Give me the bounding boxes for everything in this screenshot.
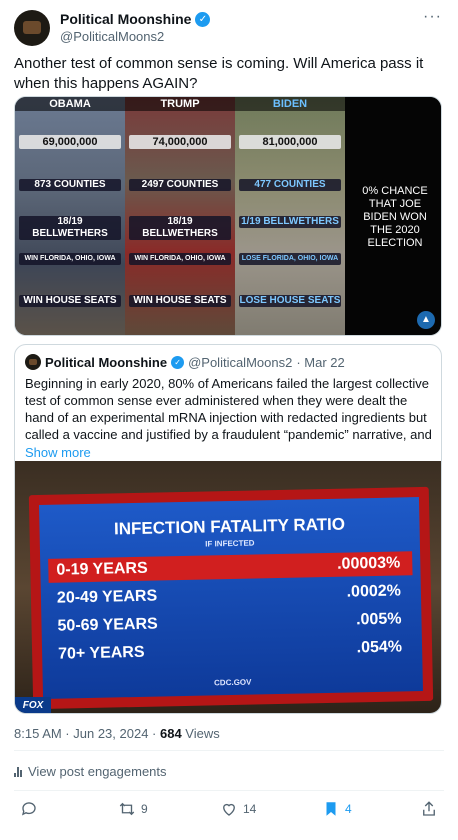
ifr-row-value: .00003%: [336, 554, 401, 573]
quoted-date: · Mar 22: [296, 354, 345, 370]
media-side-text: 0% CHANCE THAT JOE BIDEN WON THE 2020 EL…: [362, 185, 428, 249]
column-house: LOSE HOUSE SEATS: [239, 295, 341, 307]
column-counties: 873 COUNTIES: [19, 179, 121, 191]
media-column-obama: OBAMA 69,000,000 873 COUNTIES 18/19 BELL…: [15, 97, 125, 335]
quoted-tweet[interactable]: Political Moonshine ✓ @PoliticalMoons2 ·…: [14, 344, 442, 714]
ifr-row: 0-19 YEARS .00003%: [48, 551, 413, 583]
ifr-row-value: .005%: [355, 610, 402, 629]
ifr-row-value: .0002%: [346, 582, 402, 601]
quoted-tweet-header: Political Moonshine ✓ @PoliticalMoons2 ·…: [25, 353, 345, 371]
ifr-source: CDC.GOV: [214, 677, 252, 688]
media-column-trump: TRUMP 74,000,000 2497 COUNTIES 18/19 BEL…: [125, 97, 235, 335]
quoted-tweet-text: Beginning in early 2020, 80% of American…: [25, 376, 432, 442]
column-states: LOSE FLORIDA, OHIO, IOWA: [239, 253, 341, 265]
share-button[interactable]: [420, 800, 438, 818]
column-states: WIN FLORIDA, OHIO, IOWA: [129, 253, 231, 265]
media-column-biden: BIDEN 81,000,000 477 COUNTIES 1/19 BELLW…: [235, 97, 345, 335]
ifr-row: 70+ YEARS .054%: [50, 635, 414, 667]
verified-badge-icon: ✓: [195, 11, 211, 27]
column-header: BIDEN: [235, 97, 345, 111]
avatar[interactable]: [14, 10, 50, 46]
tweet-text: Another test of common sense is coming. …: [14, 55, 424, 92]
column-header: TRUMP: [125, 97, 235, 111]
network-logo: FOX: [15, 697, 51, 713]
divider: [14, 790, 444, 791]
share-icon: [423, 801, 435, 816]
tweet-meta: 8:15 AM · Jun 23, 2024 · 684 Views: [14, 726, 220, 741]
ifr-row-label: 20-49 YEARS: [56, 587, 158, 607]
author-name[interactable]: Political Moonshine: [60, 11, 191, 27]
quoted-verified-badge-icon: ✓: [171, 355, 185, 369]
ifr-row-label: 0-19 YEARS: [56, 559, 148, 579]
view-engagements-label[interactable]: View post engagements: [28, 764, 167, 779]
view-engagements-link[interactable]: View post engagements: [14, 764, 167, 779]
ifr-row-label: 50-69 YEARS: [57, 615, 158, 635]
ifr-row-value: .054%: [356, 638, 403, 657]
heart-icon: [223, 803, 235, 816]
quoted-author-name: Political Moonshine: [45, 354, 168, 370]
retweet-count: 9: [141, 802, 148, 816]
views-count: 684: [159, 726, 182, 741]
analytics-icon: [14, 766, 22, 777]
reply-button[interactable]: [20, 800, 43, 818]
bookmark-button[interactable]: 4: [322, 800, 352, 818]
column-bellwethers: 18/19 BELLWETHERS: [19, 216, 121, 240]
author-handle[interactable]: @PoliticalMoons2: [60, 29, 164, 44]
tweet-media-image[interactable]: OBAMA 69,000,000 873 COUNTIES 18/19 BELL…: [14, 96, 442, 336]
views-label: Views: [181, 726, 220, 741]
column-bellwethers: 1/19 BELLWETHERS: [239, 216, 341, 228]
tweet-header: Political Moonshine ✓ @PoliticalMoons2 ·…: [14, 8, 444, 46]
column-counties: 477 COUNTIES: [239, 179, 341, 191]
bookmark-icon: [326, 802, 336, 816]
column-votes: 69,000,000: [19, 135, 121, 149]
column-house: WIN HOUSE SEATS: [19, 295, 121, 307]
column-header: OBAMA: [15, 97, 125, 111]
like-button[interactable]: 14: [220, 800, 256, 818]
like-count: 14: [243, 802, 257, 816]
ifr-row-label: 70+ YEARS: [57, 643, 145, 663]
column-votes: 81,000,000: [239, 135, 341, 149]
reply-icon: [21, 802, 36, 816]
action-bar: 9 14 4: [14, 800, 444, 824]
tweet-timestamp[interactable]: 8:15 AM · Jun 23, 2024 ·: [14, 726, 160, 741]
column-house: WIN HOUSE SEATS: [129, 295, 231, 307]
retweet-button[interactable]: 9: [118, 800, 148, 818]
author-name-row[interactable]: Political Moonshine ✓: [60, 11, 211, 27]
column-bellwethers: 18/19 BELLWETHERS: [129, 216, 231, 240]
ifr-row: 20-49 YEARS .0002%: [49, 579, 413, 611]
tv-screen: INFECTION FATALITY RATIO IF INFECTED 0-1…: [39, 497, 423, 699]
media-badge-icon: ▲: [417, 311, 435, 329]
column-counties: 2497 COUNTIES: [129, 179, 231, 191]
column-states: WIN FLORIDA, OHIO, IOWA: [19, 253, 121, 265]
tv-frame: INFECTION FATALITY RATIO IF INFECTED 0-1…: [28, 486, 434, 710]
column-votes: 74,000,000: [129, 135, 231, 149]
show-more-link[interactable]: Show more: [25, 445, 91, 460]
retweet-icon: [119, 802, 135, 816]
quoted-author-handle: @PoliticalMoons2: [188, 354, 293, 370]
ifr-row: 50-69 YEARS .005%: [49, 607, 413, 639]
more-options-icon[interactable]: ···: [423, 8, 442, 26]
quoted-media-image[interactable]: INFECTION FATALITY RATIO IF INFECTED 0-1…: [15, 461, 441, 713]
quoted-avatar: [25, 354, 41, 370]
bookmark-count: 4: [345, 802, 352, 816]
divider: [14, 750, 444, 751]
